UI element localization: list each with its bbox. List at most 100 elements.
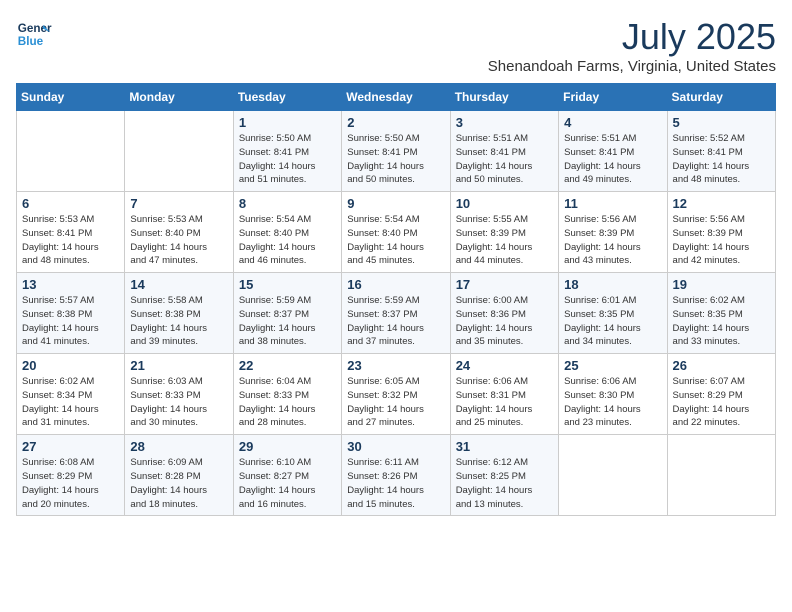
day-number: 27: [22, 439, 119, 454]
column-header-friday: Friday: [559, 84, 667, 111]
calendar-cell: 11 Sunrise: 5:56 AM Sunset: 8:39 PM Dayli…: [559, 192, 667, 273]
day-info: Sunrise: 6:12 AM Sunset: 8:25 PM Dayligh…: [456, 456, 553, 511]
calendar-cell: [559, 435, 667, 516]
day-info: Sunrise: 5:54 AM Sunset: 8:40 PM Dayligh…: [347, 213, 444, 268]
calendar-cell: [17, 111, 125, 192]
header-row: SundayMondayTuesdayWednesdayThursdayFrid…: [17, 84, 776, 111]
location-subtitle: Shenandoah Farms, Virginia, United State…: [488, 58, 776, 75]
calendar-cell: 31 Sunrise: 6:12 AM Sunset: 8:25 PM Dayli…: [450, 435, 558, 516]
day-number: 19: [673, 277, 770, 292]
day-info: Sunrise: 5:54 AM Sunset: 8:40 PM Dayligh…: [239, 213, 336, 268]
day-number: 16: [347, 277, 444, 292]
day-info: Sunrise: 6:10 AM Sunset: 8:27 PM Dayligh…: [239, 456, 336, 511]
column-header-monday: Monday: [125, 84, 233, 111]
day-info: Sunrise: 5:53 AM Sunset: 8:41 PM Dayligh…: [22, 213, 119, 268]
day-info: Sunrise: 5:53 AM Sunset: 8:40 PM Dayligh…: [130, 213, 227, 268]
calendar-cell: 17 Sunrise: 6:00 AM Sunset: 8:36 PM Dayli…: [450, 273, 558, 354]
svg-text:Blue: Blue: [18, 35, 44, 48]
day-number: 4: [564, 115, 661, 130]
day-info: Sunrise: 5:50 AM Sunset: 8:41 PM Dayligh…: [347, 132, 444, 187]
svg-text:General: General: [18, 22, 52, 35]
calendar-cell: 10Sunrise: 5:55 AM Sunset: 8:39 PM Dayli…: [450, 192, 558, 273]
calendar-cell: 5Sunrise: 5:52 AM Sunset: 8:41 PM Daylig…: [667, 111, 775, 192]
day-info: Sunrise: 6:07 AM Sunset: 8:29 PM Dayligh…: [673, 375, 770, 430]
day-info: Sunrise: 5:55 AM Sunset: 8:39 PM Dayligh…: [456, 213, 553, 268]
day-number: 23: [347, 358, 444, 373]
day-number: 22: [239, 358, 336, 373]
day-number: 28: [130, 439, 227, 454]
week-row-5: 27 Sunrise: 6:08 AM Sunset: 8:29 PM Dayli…: [17, 435, 776, 516]
week-row-2: 6 Sunrise: 5:53 AM Sunset: 8:41 PM Daylig…: [17, 192, 776, 273]
day-info: Sunrise: 5:51 AM Sunset: 8:41 PM Dayligh…: [564, 132, 661, 187]
calendar-cell: 9Sunrise: 5:54 AM Sunset: 8:40 PM Daylig…: [342, 192, 450, 273]
title-block: July 2025 Shenandoah Farms, Virginia, Un…: [488, 16, 776, 75]
day-number: 6: [22, 196, 119, 211]
day-number: 20: [22, 358, 119, 373]
day-info: Sunrise: 6:00 AM Sunset: 8:36 PM Dayligh…: [456, 294, 553, 349]
column-header-tuesday: Tuesday: [233, 84, 341, 111]
calendar-cell: 1 Sunrise: 5:50 AM Sunset: 8:41 PM Daylig…: [233, 111, 341, 192]
day-info: Sunrise: 6:06 AM Sunset: 8:30 PM Dayligh…: [564, 375, 661, 430]
day-info: Sunrise: 6:06 AM Sunset: 8:31 PM Dayligh…: [456, 375, 553, 430]
day-info: Sunrise: 6:02 AM Sunset: 8:34 PM Dayligh…: [22, 375, 119, 430]
calendar-cell: 28Sunrise: 6:09 AM Sunset: 8:28 PM Dayli…: [125, 435, 233, 516]
day-number: 18: [564, 277, 661, 292]
calendar-cell: 29 Sunrise: 6:10 AM Sunset: 8:27 PM Dayli…: [233, 435, 341, 516]
day-info: Sunrise: 5:58 AM Sunset: 8:38 PM Dayligh…: [130, 294, 227, 349]
calendar-cell: 30Sunrise: 6:11 AM Sunset: 8:26 PM Dayli…: [342, 435, 450, 516]
calendar-cell: 16 Sunrise: 5:59 AM Sunset: 8:37 PM Dayli…: [342, 273, 450, 354]
day-number: 13: [22, 277, 119, 292]
logo-icon: General Blue: [16, 16, 52, 52]
week-row-3: 13 Sunrise: 5:57 AM Sunset: 8:38 PM Dayli…: [17, 273, 776, 354]
week-row-4: 20 Sunrise: 6:02 AM Sunset: 8:34 PM Dayli…: [17, 354, 776, 435]
day-number: 12: [673, 196, 770, 211]
calendar-cell: 19Sunrise: 6:02 AM Sunset: 8:35 PM Dayli…: [667, 273, 775, 354]
day-number: 17: [456, 277, 553, 292]
day-info: Sunrise: 6:04 AM Sunset: 8:33 PM Dayligh…: [239, 375, 336, 430]
month-year-title: July 2025: [488, 16, 776, 58]
calendar-cell: [667, 435, 775, 516]
day-info: Sunrise: 6:03 AM Sunset: 8:33 PM Dayligh…: [130, 375, 227, 430]
calendar-cell: 3Sunrise: 5:51 AM Sunset: 8:41 PM Daylig…: [450, 111, 558, 192]
column-header-thursday: Thursday: [450, 84, 558, 111]
week-row-1: 1 Sunrise: 5:50 AM Sunset: 8:41 PM Daylig…: [17, 111, 776, 192]
calendar-table: SundayMondayTuesdayWednesdayThursdayFrid…: [16, 83, 776, 516]
calendar-body: 1 Sunrise: 5:50 AM Sunset: 8:41 PM Daylig…: [17, 111, 776, 516]
calendar-cell: 6 Sunrise: 5:53 AM Sunset: 8:41 PM Daylig…: [17, 192, 125, 273]
calendar-cell: 2 Sunrise: 5:50 AM Sunset: 8:41 PM Daylig…: [342, 111, 450, 192]
calendar-cell: 8 Sunrise: 5:54 AM Sunset: 8:40 PM Daylig…: [233, 192, 341, 273]
day-info: Sunrise: 5:52 AM Sunset: 8:41 PM Dayligh…: [673, 132, 770, 187]
day-number: 8: [239, 196, 336, 211]
logo: General Blue: [16, 16, 52, 52]
day-info: Sunrise: 6:01 AM Sunset: 8:35 PM Dayligh…: [564, 294, 661, 349]
calendar-cell: 22 Sunrise: 6:04 AM Sunset: 8:33 PM Dayli…: [233, 354, 341, 435]
day-number: 14: [130, 277, 227, 292]
day-info: Sunrise: 5:57 AM Sunset: 8:38 PM Dayligh…: [22, 294, 119, 349]
day-number: 29: [239, 439, 336, 454]
day-info: Sunrise: 6:08 AM Sunset: 8:29 PM Dayligh…: [22, 456, 119, 511]
page-header: General Blue July 2025 Shenandoah Farms,…: [16, 16, 776, 75]
calendar-cell: 15Sunrise: 5:59 AM Sunset: 8:37 PM Dayli…: [233, 273, 341, 354]
day-info: Sunrise: 5:56 AM Sunset: 8:39 PM Dayligh…: [673, 213, 770, 268]
calendar-cell: 18 Sunrise: 6:01 AM Sunset: 8:35 PM Dayli…: [559, 273, 667, 354]
column-header-saturday: Saturday: [667, 84, 775, 111]
day-number: 3: [456, 115, 553, 130]
calendar-cell: 13 Sunrise: 5:57 AM Sunset: 8:38 PM Dayli…: [17, 273, 125, 354]
day-number: 21: [130, 358, 227, 373]
day-number: 1: [239, 115, 336, 130]
day-info: Sunrise: 6:05 AM Sunset: 8:32 PM Dayligh…: [347, 375, 444, 430]
calendar-cell: 27 Sunrise: 6:08 AM Sunset: 8:29 PM Dayli…: [17, 435, 125, 516]
day-number: 11: [564, 196, 661, 211]
day-info: Sunrise: 5:50 AM Sunset: 8:41 PM Dayligh…: [239, 132, 336, 187]
day-info: Sunrise: 5:59 AM Sunset: 8:37 PM Dayligh…: [347, 294, 444, 349]
day-number: 7: [130, 196, 227, 211]
calendar-cell: 24Sunrise: 6:06 AM Sunset: 8:31 PM Dayli…: [450, 354, 558, 435]
calendar-cell: 26 Sunrise: 6:07 AM Sunset: 8:29 PM Dayli…: [667, 354, 775, 435]
calendar-cell: 4 Sunrise: 5:51 AM Sunset: 8:41 PM Daylig…: [559, 111, 667, 192]
column-header-wednesday: Wednesday: [342, 84, 450, 111]
day-info: Sunrise: 5:56 AM Sunset: 8:39 PM Dayligh…: [564, 213, 661, 268]
day-number: 2: [347, 115, 444, 130]
column-header-sunday: Sunday: [17, 84, 125, 111]
day-number: 31: [456, 439, 553, 454]
day-number: 26: [673, 358, 770, 373]
